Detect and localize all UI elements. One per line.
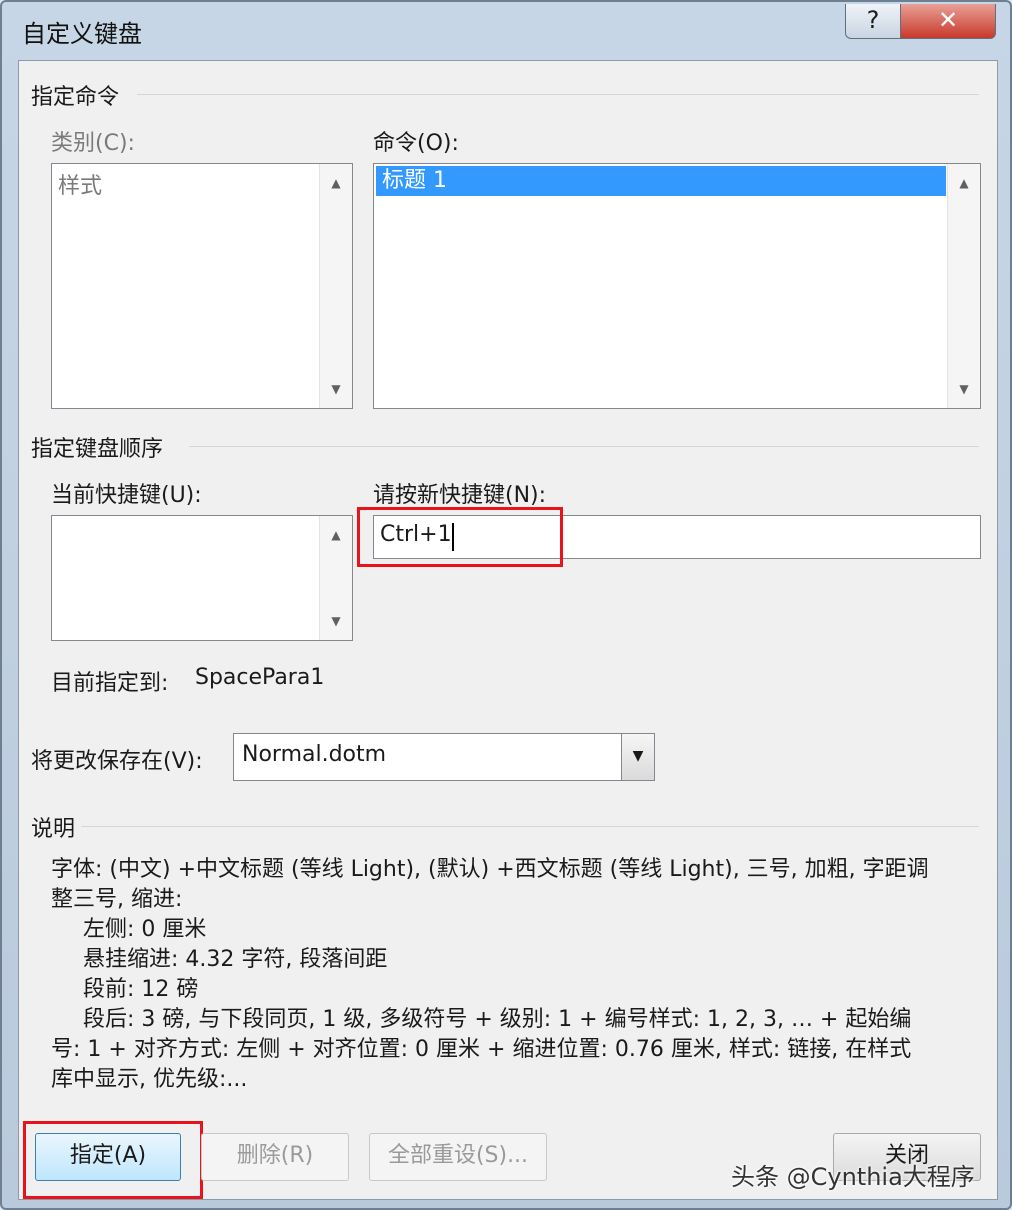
- scroll-down-icon[interactable]: ▼: [320, 382, 352, 396]
- description-line: 整三号, 缩进:: [51, 887, 183, 912]
- scroll-up-icon[interactable]: ▲: [320, 176, 352, 190]
- scroll-down-icon[interactable]: ▼: [320, 614, 352, 628]
- description-line: 段前: 12 磅: [83, 977, 199, 1002]
- new-key-label: 请按新快捷键(N):: [373, 483, 547, 508]
- command-listbox[interactable]: 标题 1 ▲ ▼: [373, 163, 981, 409]
- current-keys-label: 当前快捷键(U):: [51, 483, 202, 508]
- description-line: 字体: (中文) +中文标题 (等线 Light), (默认) +西文标题 (等…: [51, 857, 929, 882]
- watermark: 头条 @Cynthia大程序: [731, 1163, 975, 1191]
- chevron-down-icon[interactable]: ▼: [621, 734, 654, 780]
- remove-button[interactable]: 删除(R): [201, 1133, 349, 1181]
- description-line: 左侧: 0 厘米: [83, 917, 207, 942]
- description-line: 悬挂缩进: 4.32 字符, 段落间距: [83, 947, 388, 972]
- command-item-heading-1[interactable]: 标题 1: [376, 166, 946, 196]
- dialog-body: 指定命令 类别(C): 样式 ▲ ▼ 命令(O): 标题 1 ▲ ▼ 指定键盘顺…: [18, 60, 998, 1200]
- help-icon: ?: [866, 6, 880, 34]
- command-scrollbar[interactable]: ▲ ▼: [947, 164, 980, 408]
- description-line: 库中显示, 优先级:...: [51, 1067, 248, 1092]
- customize-keyboard-dialog: 自定义键盘 ? ✕ 指定命令 类别(C): 样式 ▲ ▼ 命令(O): 标题 1…: [0, 0, 1012, 1210]
- save-in-select[interactable]: Normal.dotm ▼: [233, 733, 655, 781]
- scroll-up-icon[interactable]: ▲: [948, 176, 980, 190]
- description-line: 号: 1 + 对齐方式: 左侧 + 对齐位置: 0 厘米 + 缩进位置: 0.7…: [51, 1037, 912, 1062]
- highlight-outline-assign: [23, 1121, 203, 1199]
- dialog-title: 自定义键盘: [22, 20, 142, 48]
- section-divider: [81, 826, 979, 827]
- highlight-outline-new-key: [357, 507, 563, 567]
- close-icon: ✕: [937, 6, 959, 34]
- category-label: 类别(C):: [51, 131, 135, 156]
- scroll-down-icon[interactable]: ▼: [948, 382, 980, 396]
- save-in-label: 将更改保存在(V):: [31, 749, 203, 774]
- category-item-style[interactable]: 样式: [58, 168, 102, 200]
- save-in-value: Normal.dotm: [242, 742, 387, 767]
- help-button[interactable]: ?: [845, 4, 901, 39]
- assigned-to-label: 目前指定到:: [51, 671, 169, 696]
- section-divider: [189, 446, 979, 447]
- current-keys-scrollbar[interactable]: ▲ ▼: [319, 516, 352, 640]
- close-window-button[interactable]: ✕: [900, 4, 996, 39]
- assigned-to-value: SpacePara1: [195, 665, 325, 690]
- scroll-up-icon[interactable]: ▲: [320, 528, 352, 542]
- category-listbox[interactable]: 样式 ▲ ▼: [51, 163, 353, 409]
- description-line: 段后: 3 磅, 与下段同页, 1 级, 多级符号 + 级别: 1 + 编号样式…: [83, 1007, 912, 1032]
- command-label: 命令(O):: [373, 131, 459, 156]
- section-divider: [137, 94, 979, 95]
- current-keys-listbox[interactable]: ▲ ▼: [51, 515, 353, 641]
- category-scrollbar[interactable]: ▲ ▼: [319, 164, 352, 408]
- section-heading-specify-command: 指定命令: [31, 85, 120, 110]
- section-heading-keyboard-sequence: 指定键盘顺序: [31, 437, 164, 462]
- description-heading: 说明: [31, 817, 76, 842]
- reset-all-button[interactable]: 全部重设(S)...: [369, 1133, 547, 1181]
